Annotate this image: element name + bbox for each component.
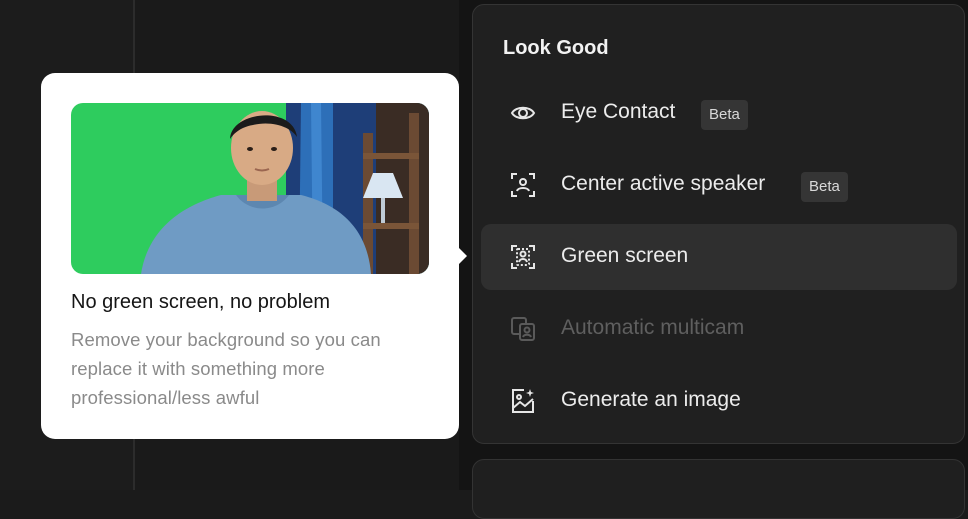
tooltip-arrow <box>459 248 467 264</box>
eye-icon <box>509 99 537 127</box>
menu-item-eye-contact[interactable]: Eye Contact Beta <box>481 80 957 146</box>
green-screen-preview-image <box>71 103 429 274</box>
look-good-menu: Look Good Eye Contact Beta Center active… <box>472 4 965 444</box>
person-focus-icon <box>509 171 537 199</box>
menu-item-label: Green screen <box>561 244 689 267</box>
menu-item-automatic-multicam[interactable]: Automatic multicam <box>481 296 957 362</box>
menu-item-center-active-speaker[interactable]: Center active speaker Beta <box>481 152 957 218</box>
person-screen-icon <box>509 243 537 271</box>
menu-item-generate-image[interactable]: Generate an image <box>481 368 957 434</box>
beta-badge: Beta <box>801 172 848 202</box>
image-sparkle-icon <box>509 387 537 415</box>
menu-section-title: Look Good <box>503 37 609 59</box>
tooltip-description: Remove your background so you can replac… <box>71 329 381 408</box>
next-menu-panel <box>472 459 965 519</box>
menu-item-green-screen[interactable]: Green screen <box>481 224 957 290</box>
menu-item-label: Eye Contact <box>561 100 676 123</box>
multicam-icon <box>509 315 537 343</box>
menu-item-label: Automatic multicam <box>561 316 745 339</box>
menu-item-label: Center active speaker <box>561 172 766 195</box>
menu-item-label: Generate an image <box>561 388 741 411</box>
tooltip-title: No green screen, no problem <box>71 291 331 313</box>
feature-tooltip-card: No green screen, no problem Remove your … <box>41 73 459 439</box>
beta-badge: Beta <box>701 100 748 130</box>
